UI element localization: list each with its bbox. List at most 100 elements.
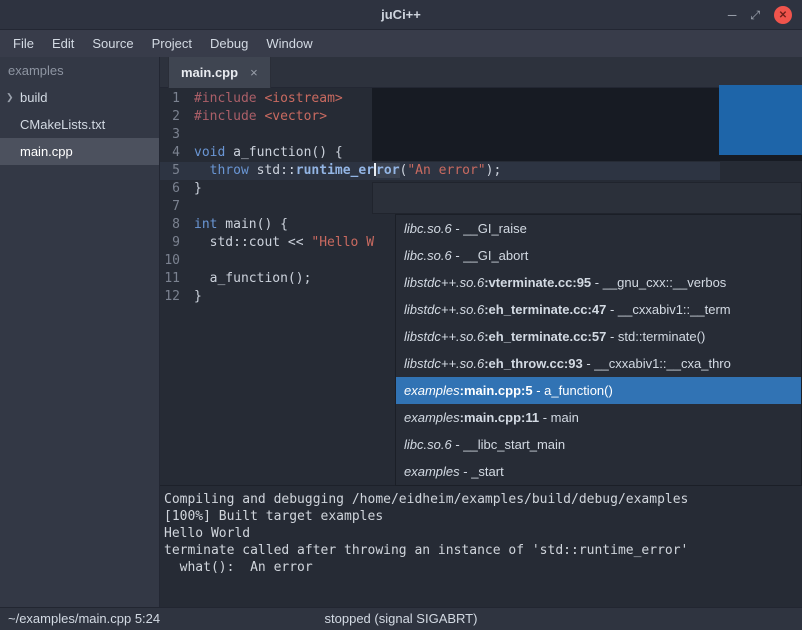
code-token: a_function();: [194, 271, 311, 286]
backtrace-location: :eh_terminate.cc:47: [484, 302, 606, 317]
backtrace-location: :eh_terminate.cc:57: [484, 329, 606, 344]
code-token: <vector>: [264, 109, 327, 124]
file-tree-panel: examples ❯ build CMakeLists.txt main.cpp: [0, 57, 160, 607]
status-debug-state: stopped (signal SIGABRT): [0, 608, 802, 630]
backtrace-module: examples: [404, 383, 460, 398]
backtrace-location: :main.cpp:11: [460, 410, 539, 425]
line-number[interactable]: 8: [160, 216, 188, 234]
line-number[interactable]: 9: [160, 234, 188, 252]
menu-item-edit[interactable]: Edit: [43, 30, 83, 57]
line-number[interactable]: 6: [160, 180, 188, 198]
menu-item-window[interactable]: Window: [257, 30, 321, 57]
tree-item-label: CMakeLists.txt: [20, 111, 105, 138]
tab-close-icon[interactable]: ×: [250, 65, 258, 80]
restore-icon[interactable]: ⤢: [750, 6, 760, 24]
backtrace-module: examples: [404, 464, 460, 479]
backtrace-module: libc.so.6: [404, 248, 452, 263]
backtrace-function: - __gnu_cxx::__verbos: [591, 275, 726, 290]
line-number[interactable]: 10: [160, 252, 188, 270]
line-number[interactable]: 7: [160, 198, 188, 216]
backtrace-item[interactable]: examples - _start: [396, 458, 801, 485]
code-token: runtime_er: [296, 163, 374, 178]
minimize-icon[interactable]: ─: [728, 6, 737, 24]
line-number[interactable]: 5: [160, 162, 188, 180]
code-token: }: [194, 181, 202, 196]
line-number[interactable]: 2: [160, 108, 188, 126]
code-text: #include <vector>: [188, 108, 327, 126]
code-text: throw std::runtime_error("An error");: [188, 162, 501, 180]
code-token: throw: [210, 163, 249, 178]
code-text: int main() {: [188, 216, 288, 234]
line-number[interactable]: 12: [160, 288, 188, 306]
backtrace-item[interactable]: libc.so.6 - __GI_abort: [396, 242, 801, 269]
backtrace-function: - __libc_start_main: [452, 437, 565, 452]
chevron-right-icon[interactable]: ❯: [6, 84, 20, 111]
code-text: }: [188, 180, 202, 198]
code-token: "An error": [407, 163, 485, 178]
output-line: terminate called after throwing an insta…: [164, 542, 802, 559]
code-token: <iostream>: [264, 91, 342, 106]
code-text: a_function();: [188, 270, 311, 288]
statusbar: ~/examples/main.cpp 5:24 stopped (signal…: [0, 607, 802, 630]
output-line: Compiling and debugging /home/eidheim/ex…: [164, 491, 802, 508]
backtrace-module: examples: [404, 410, 460, 425]
code-text: [188, 252, 194, 270]
menubar: File Edit Source Project Debug Window: [0, 30, 802, 57]
tree-item-label: main.cpp: [20, 138, 73, 165]
backtrace-function: - __cxxabiv1::__term: [606, 302, 730, 317]
line-number[interactable]: 3: [160, 126, 188, 144]
code-text: [188, 198, 194, 216]
backtrace-module: libstdc++.so.6: [404, 275, 484, 290]
tab-main-cpp[interactable]: main.cpp ×: [168, 57, 271, 88]
backtrace-function: - _start: [460, 464, 504, 479]
tabbar: main.cpp ×: [160, 57, 802, 88]
code-token: int: [194, 217, 217, 232]
menu-item-source[interactable]: Source: [83, 30, 142, 57]
code-token: ror: [376, 163, 399, 178]
window-controls: ─ ⤢ ✕: [728, 0, 792, 30]
code-line[interactable]: 5 throw std::runtime_error("An error");: [160, 162, 802, 180]
tree-item-cmakelists[interactable]: CMakeLists.txt: [0, 111, 159, 138]
backtrace-item[interactable]: libstdc++.so.6:eh_terminate.cc:57 - std:…: [396, 323, 801, 350]
output-line: what(): An error: [164, 559, 802, 576]
backtrace-popup-header: [372, 182, 802, 214]
window-title: juCi++: [0, 0, 802, 30]
backtrace-item[interactable]: examples:main.cpp:5 - a_function(): [396, 377, 801, 404]
backtrace-item[interactable]: libstdc++.so.6:eh_throw.cc:93 - __cxxabi…: [396, 350, 801, 377]
code-text: [188, 126, 194, 144]
backtrace-item[interactable]: libc.so.6 - __libc_start_main: [396, 431, 801, 458]
backtrace-function: - a_function(): [533, 383, 613, 398]
output-panel[interactable]: Compiling and debugging /home/eidheim/ex…: [160, 485, 802, 607]
backtrace-popup: libc.so.6 - __GI_raiselibc.so.6 - __GI_a…: [395, 214, 802, 486]
backtrace-item[interactable]: libc.so.6 - __GI_raise: [396, 215, 801, 242]
menu-item-file[interactable]: File: [4, 30, 43, 57]
code-token: );: [486, 163, 502, 178]
line-number[interactable]: 11: [160, 270, 188, 288]
code-token: void: [194, 145, 225, 160]
code-token: [194, 163, 210, 178]
backtrace-module: libc.so.6: [404, 221, 452, 236]
menu-item-project[interactable]: Project: [143, 30, 201, 57]
backtrace-module: libstdc++.so.6: [404, 356, 484, 371]
backtrace-location: :eh_throw.cc:93: [484, 356, 583, 371]
menu-item-debug[interactable]: Debug: [201, 30, 257, 57]
code-token: a_function() {: [225, 145, 342, 160]
backtrace-module: libc.so.6: [404, 437, 452, 452]
titlebar: juCi++ ─ ⤢ ✕: [0, 0, 802, 30]
tree-item-build[interactable]: ❯ build: [0, 84, 159, 111]
code-token: #include: [194, 109, 257, 124]
output-lines: Compiling and debugging /home/eidheim/ex…: [164, 491, 802, 576]
tree-item-main-cpp[interactable]: main.cpp: [0, 138, 159, 165]
close-icon[interactable]: ✕: [774, 6, 792, 24]
backtrace-item[interactable]: libstdc++.so.6:eh_terminate.cc:47 - __cx…: [396, 296, 801, 323]
code-token: main() {: [217, 217, 287, 232]
backtrace-location: :vterminate.cc:95: [484, 275, 591, 290]
backtrace-item[interactable]: examples:main.cpp:11 - main: [396, 404, 801, 431]
backtrace-function: - __GI_raise: [452, 221, 527, 236]
line-number[interactable]: 4: [160, 144, 188, 162]
code-token: std::cout <<: [194, 235, 311, 250]
backtrace-item[interactable]: libstdc++.so.6:vterminate.cc:95 - __gnu_…: [396, 269, 801, 296]
output-line: [100%] Built target examples: [164, 508, 802, 525]
backtrace-location: :main.cpp:5: [460, 383, 533, 398]
line-number[interactable]: 1: [160, 90, 188, 108]
